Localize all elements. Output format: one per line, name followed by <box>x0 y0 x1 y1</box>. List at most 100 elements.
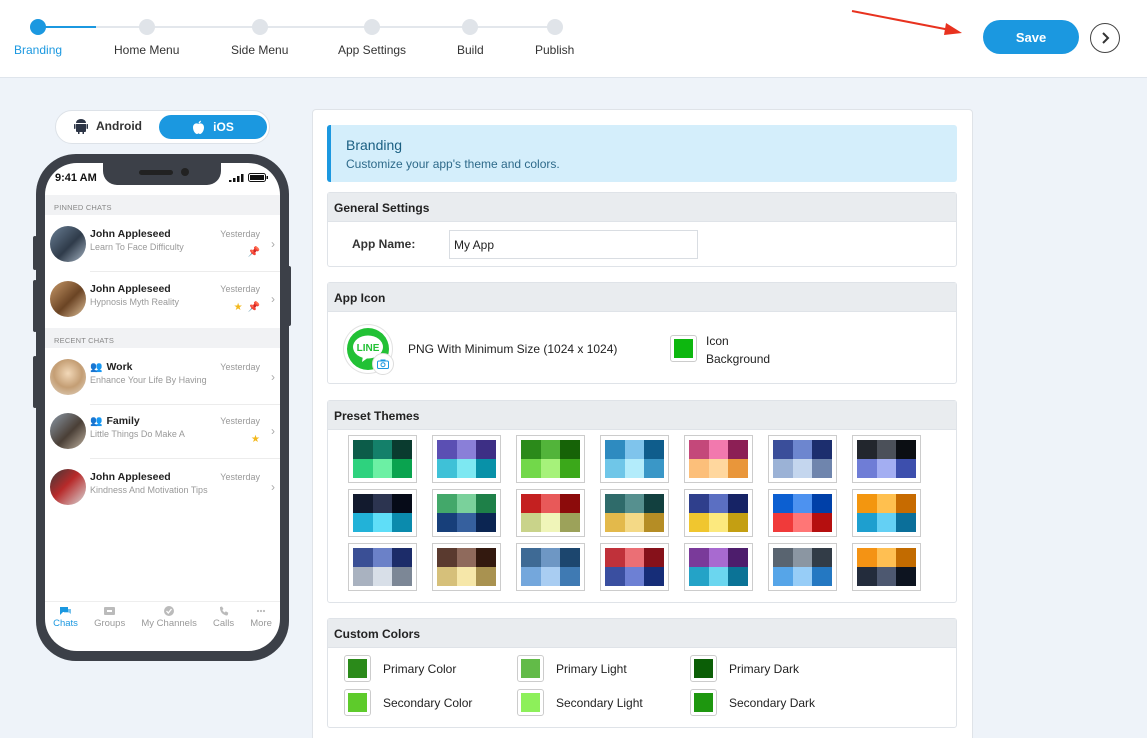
preset-theme-2[interactable] <box>432 435 501 483</box>
theme-color-cell <box>560 548 580 567</box>
tab-more[interactable]: More <box>250 602 272 635</box>
branding-banner: Branding Customize your app's theme and … <box>327 125 957 182</box>
color-label: Secondary Light <box>556 695 643 710</box>
step-app-settings[interactable]: App Settings <box>338 19 406 57</box>
preset-theme-13[interactable] <box>768 489 837 537</box>
app-name-input[interactable] <box>449 230 698 259</box>
preset-theme-17[interactable] <box>516 543 585 591</box>
chevron-right-icon: › <box>271 292 275 306</box>
preset-theme-4[interactable] <box>600 435 669 483</box>
preset-theme-9[interactable] <box>432 489 501 537</box>
preset-theme-19[interactable] <box>684 543 753 591</box>
chat-row[interactable]: 👥 Family Little Things Do Make A Yesterda… <box>45 405 280 459</box>
tab-groups[interactable]: Groups <box>94 602 125 635</box>
icon-background-swatch[interactable] <box>670 335 697 362</box>
logo-text: LINE <box>357 343 380 354</box>
card-header: Preset Themes <box>328 401 956 430</box>
primary-light-picker[interactable]: Primary Light <box>517 655 627 682</box>
chat-message: Enhance Your Life By Having <box>90 375 207 385</box>
theme-color-cell <box>857 567 877 586</box>
theme-color-cell <box>624 548 645 567</box>
theme-color-cell <box>896 513 916 532</box>
preset-theme-14[interactable] <box>852 489 921 537</box>
preset-theme-16[interactable] <box>432 543 501 591</box>
theme-color-cell <box>560 440 580 459</box>
color-swatch[interactable] <box>517 655 544 682</box>
signal-icon <box>229 173 244 182</box>
battery-icon <box>248 173 268 182</box>
groups-icon <box>104 607 116 615</box>
android-label: Android <box>96 119 142 133</box>
chat-message: Little Things Do Make A <box>90 429 185 439</box>
secondary-color-picker[interactable]: Secondary Color <box>344 689 472 716</box>
app-name-label: App Name: <box>352 237 416 251</box>
secondary-dark-picker[interactable]: Secondary Dark <box>690 689 815 716</box>
color-swatch[interactable] <box>517 689 544 716</box>
tab-calls[interactable]: Calls <box>213 602 234 635</box>
color-swatch[interactable] <box>344 655 371 682</box>
preset-theme-15[interactable] <box>348 543 417 591</box>
chat-name: John Appleseed <box>90 283 171 295</box>
phone-icon <box>219 606 228 616</box>
secondary-light-picker[interactable]: Secondary Light <box>517 689 643 716</box>
speaker <box>139 170 173 175</box>
tab-label: Groups <box>94 618 126 629</box>
star-icon: ★ <box>233 302 243 313</box>
step-publish[interactable]: Publish <box>535 19 574 57</box>
color-swatch[interactable] <box>690 689 717 716</box>
color-swatch[interactable] <box>344 689 371 716</box>
theme-color-cell <box>540 548 561 567</box>
primary-dark-picker[interactable]: Primary Dark <box>690 655 799 682</box>
theme-color-cell <box>896 548 916 567</box>
preset-theme-6[interactable] <box>768 435 837 483</box>
preset-theme-7[interactable] <box>852 435 921 483</box>
color-swatch[interactable] <box>690 655 717 682</box>
preset-theme-1[interactable] <box>348 435 417 483</box>
save-button[interactable]: Save <box>983 20 1079 54</box>
preset-theme-21[interactable] <box>852 543 921 591</box>
preset-theme-12[interactable] <box>684 489 753 537</box>
chevron-right-icon: › <box>271 480 275 494</box>
chat-badges: ★ <box>251 434 260 445</box>
chat-row[interactable]: John Appleseed Kindness And Motivation T… <box>45 461 280 515</box>
status-icons <box>229 173 268 182</box>
theme-color-cell <box>876 494 897 513</box>
change-icon-button[interactable] <box>372 353 394 375</box>
chat-row[interactable]: John Appleseed Hypnosis Myth Reality Yes… <box>45 273 280 327</box>
preset-theme-8[interactable] <box>348 489 417 537</box>
preset-theme-3[interactable] <box>516 435 585 483</box>
preset-theme-18[interactable] <box>600 543 669 591</box>
star-icon: ★ <box>251 434 260 445</box>
theme-color-cell <box>437 494 457 513</box>
step-build[interactable]: Build <box>457 19 484 57</box>
red-arrow-annotation <box>851 10 962 35</box>
tab-chats[interactable]: Chats <box>53 602 78 635</box>
ios-option[interactable]: iOS <box>159 115 267 139</box>
next-button[interactable] <box>1090 23 1120 53</box>
phone-notch <box>103 163 221 185</box>
preset-theme-11[interactable] <box>600 489 669 537</box>
primary-color-picker[interactable]: Primary Color <box>344 655 456 682</box>
theme-color-cell <box>521 548 541 567</box>
chat-row[interactable]: John Appleseed Learn To Face Difficulty … <box>45 218 280 272</box>
android-option[interactable]: Android <box>74 118 142 134</box>
theme-color-cell <box>644 548 664 567</box>
step-home-menu[interactable]: Home Menu <box>114 19 179 57</box>
step-branding[interactable]: Branding <box>14 19 62 57</box>
preset-theme-20[interactable] <box>768 543 837 591</box>
step-dot <box>30 19 47 35</box>
theme-color-cell <box>560 513 580 532</box>
theme-color-cell <box>353 494 373 513</box>
tab-my-channels[interactable]: My Channels <box>141 602 197 635</box>
step-side-menu[interactable]: Side Menu <box>231 19 288 57</box>
pin-icon: 📌 <box>247 302 260 313</box>
chat-bubble-icon <box>59 607 71 615</box>
preset-theme-5[interactable] <box>684 435 753 483</box>
chat-name: 👥 Work <box>90 361 133 373</box>
app-icon-card: App Icon LINE PNG With Minimum Size (102… <box>327 282 957 384</box>
chat-row[interactable]: 👥 Work Enhance Your Life By Having Yester… <box>45 351 280 405</box>
theme-color-cell <box>728 459 748 478</box>
preset-theme-10[interactable] <box>516 489 585 537</box>
theme-color-cell <box>708 459 729 478</box>
chat-name: John Appleseed <box>90 228 171 240</box>
